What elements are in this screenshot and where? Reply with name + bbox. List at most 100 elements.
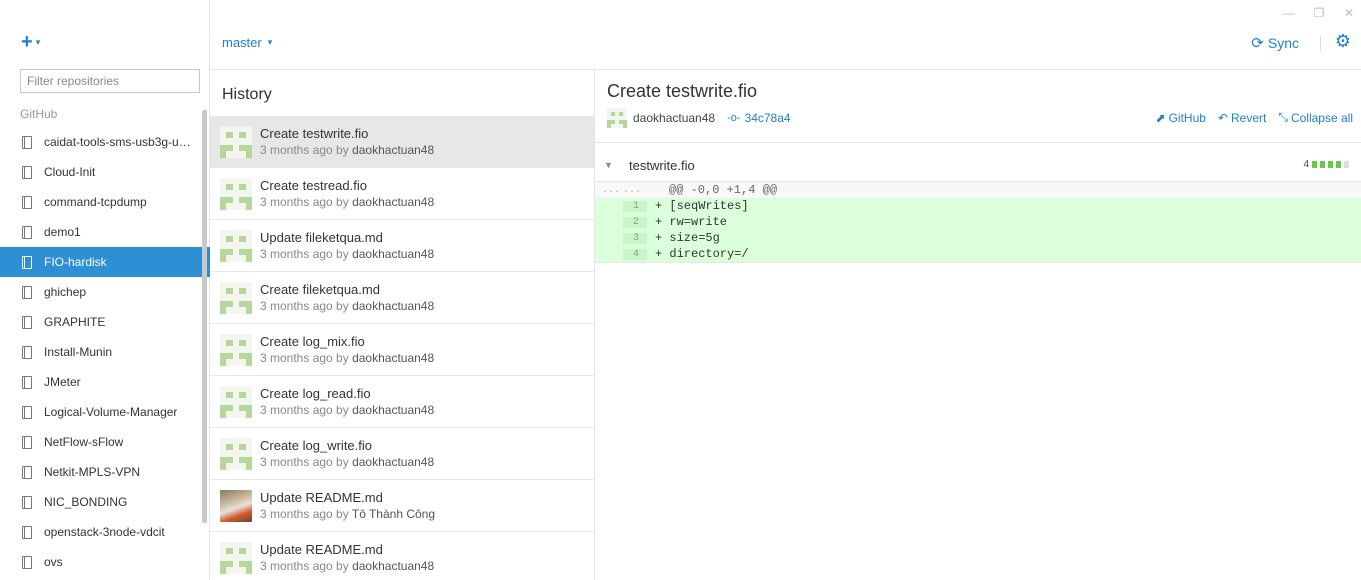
commit-author: daokhactuan48 xyxy=(352,454,435,469)
diff-stat: 4 xyxy=(1303,159,1349,170)
sync-button[interactable]: ⟳ Sync xyxy=(1251,34,1299,52)
gear-icon[interactable]: ⚙ xyxy=(1335,31,1351,52)
repository-icon xyxy=(22,435,32,449)
commit-item[interactable]: Create testread.fio 3 months ago by daokh… xyxy=(210,168,595,220)
commit-author: daokhactuan48 xyxy=(633,111,716,125)
repository-icon xyxy=(22,495,32,509)
repository-name: openstack-3node-vdcit xyxy=(44,525,165,539)
filter-repositories-input[interactable] xyxy=(20,69,200,93)
diff-line-added: 4 + directory=/ xyxy=(595,246,1361,262)
add-repository-button[interactable]: + ▾ xyxy=(21,32,40,52)
commit-meta: 3 months ago by daokhactuan48 xyxy=(260,558,434,574)
commit-item[interactable]: Update fileketqua.md 3 months ago by daok… xyxy=(210,220,595,272)
collapse-all-button[interactable]: ⤡ Collapse all xyxy=(1278,110,1353,125)
commit-info: Create fileketqua.md 3 months ago by daok… xyxy=(260,282,434,314)
repository-icon xyxy=(22,405,32,419)
repository-icon xyxy=(22,255,32,269)
commit-item[interactable]: Create testwrite.fio 3 months ago by daok… xyxy=(210,116,595,168)
identicon-cell xyxy=(245,411,252,418)
repository-name: demo1 xyxy=(44,225,81,239)
repository-name: caidat-tools-sms-usb3g-ubu... xyxy=(44,135,194,149)
repository-icon xyxy=(22,315,32,329)
toolbar-divider xyxy=(1320,35,1321,51)
repository-item[interactable]: Netkit-MPLS-VPN xyxy=(0,457,210,487)
github-label: GitHub xyxy=(1168,110,1206,125)
branch-name: master xyxy=(222,35,262,50)
repository-item[interactable]: ovs xyxy=(0,547,210,577)
commit-time: 3 months ago by xyxy=(260,558,349,573)
sidebar-scrollbar[interactable] xyxy=(202,110,207,523)
commit-item[interactable]: Create log_read.fio 3 months ago by daokh… xyxy=(210,376,595,428)
repository-item[interactable]: command-tcpdump xyxy=(0,187,210,217)
hunk-text: @@ -0,0 +1,4 @@ xyxy=(669,183,778,197)
commit-meta: 3 months ago by daokhactuan48 xyxy=(260,402,434,418)
repository-item[interactable]: Install-Munin xyxy=(0,337,210,367)
repository-icon xyxy=(22,285,32,299)
sync-label: Sync xyxy=(1267,35,1299,51)
repository-item[interactable]: FIO-hardisk xyxy=(0,247,210,277)
repository-name: FIO-hardisk xyxy=(44,255,107,269)
commit-item[interactable]: Create log_mix.fio 3 months ago by daokha… xyxy=(210,324,595,376)
commit-meta: 3 months ago by daokhactuan48 xyxy=(260,246,434,262)
repository-name: ghichep xyxy=(44,285,87,299)
repository-item[interactable]: NetFlow-sFlow xyxy=(0,427,210,457)
repository-item[interactable]: GRAPHITE xyxy=(0,307,210,337)
diff-code: + rw=write xyxy=(655,215,728,229)
commit-message: Update fileketqua.md xyxy=(260,229,383,245)
repository-name: Cloud-Init xyxy=(44,165,96,179)
commit-sha-link[interactable]: -o- 34c78a4 xyxy=(727,111,791,125)
revert-label: Revert xyxy=(1231,110,1267,125)
repository-item[interactable]: caidat-tools-sms-usb3g-ubu... xyxy=(0,127,210,157)
sync-icon: ⟳ xyxy=(1251,35,1264,52)
new-line-number: 3 xyxy=(623,232,647,244)
collapse-icon: ⤡ xyxy=(1278,110,1288,124)
diffstat-block-add xyxy=(1328,161,1333,168)
avatar xyxy=(220,229,252,262)
file-name: testwrite.fio xyxy=(629,157,695,173)
repository-item[interactable]: Logical-Volume-Manager xyxy=(0,397,210,427)
avatar xyxy=(220,437,252,470)
identicon-cell xyxy=(245,255,252,262)
commit-item[interactable]: Create log_write.fio 3 months ago by daok… xyxy=(210,428,595,480)
file-header[interactable]: ▼ testwrite.fio 4 xyxy=(595,150,1361,180)
commit-item[interactable]: Update README.md 3 months ago by daokhact… xyxy=(210,532,595,580)
commit-message: Create testread.fio xyxy=(260,177,367,193)
commit-meta: 3 months ago by daokhactuan48 xyxy=(260,298,434,314)
identicon-cell xyxy=(623,124,627,128)
repository-item[interactable]: openstack-3node-vdcit xyxy=(0,517,210,547)
diff-code: + directory=/ xyxy=(655,247,749,261)
diffstat-block-add xyxy=(1320,161,1325,168)
commit-list: Create testwrite.fio 3 months ago by daok… xyxy=(210,116,595,580)
repository-name: Install-Munin xyxy=(44,345,113,359)
repository-item[interactable]: Cloud-Init xyxy=(0,157,210,187)
commit-detail-panel: Create testwrite.fio daokhactuan48 -o- 3… xyxy=(595,70,1361,580)
commit-item[interactable]: Create fileketqua.md 3 months ago by daok… xyxy=(210,272,595,324)
collapse-triangle-icon[interactable]: ▼ xyxy=(604,160,616,170)
diff-code: + [seqWrites] xyxy=(655,199,749,213)
repository-item[interactable]: demo1 xyxy=(0,217,210,247)
external-link-icon: ⬈ xyxy=(1155,110,1166,125)
avatar xyxy=(220,333,252,366)
commit-icon: -o- xyxy=(727,112,741,124)
commit-time: 3 months ago by xyxy=(260,350,349,365)
repository-item[interactable]: JMeter xyxy=(0,367,210,397)
commit-message: Create fileketqua.md xyxy=(260,281,380,297)
commit-time: 3 months ago by xyxy=(260,506,349,521)
identicon-cell xyxy=(245,463,252,470)
repository-item[interactable]: ghichep xyxy=(0,277,210,307)
repository-item[interactable]: NIC_BONDING xyxy=(0,487,210,517)
repository-name: Logical-Volume-Manager xyxy=(44,405,178,419)
commit-meta: 3 months ago by daokhactuan48 xyxy=(260,350,434,366)
repository-icon xyxy=(22,225,32,239)
commit-author: Tô Thành Công xyxy=(351,506,436,521)
new-line-number: 2 xyxy=(623,216,647,228)
identicon-cell xyxy=(245,151,252,158)
repository-icon xyxy=(22,135,32,149)
repository-icon xyxy=(22,165,32,179)
repository-icon xyxy=(22,195,32,209)
sidebar: + ▾ GitHub caidat-tools-sms-usb3g-ubu...… xyxy=(0,0,210,580)
view-on-github-button[interactable]: ⬈ GitHub xyxy=(1156,110,1206,125)
branch-selector[interactable]: master ▾ xyxy=(222,35,272,50)
revert-button[interactable]: ↶ Revert xyxy=(1218,110,1266,125)
commit-item[interactable]: Update README.md 3 months ago by Tô Thành… xyxy=(210,480,595,532)
